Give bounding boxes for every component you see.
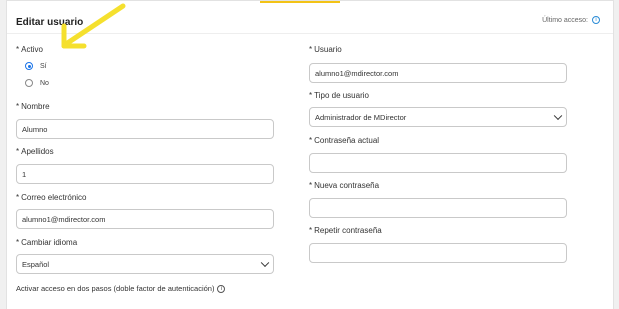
usuario-input[interactable]: alumno1@mdirector.com	[309, 63, 567, 83]
repetir-contrasena-label: * Repetir contraseña	[309, 226, 382, 235]
radio-si-label: Sí	[40, 62, 47, 70]
annotation-arrow-icon	[61, 3, 126, 49]
activo-option-si[interactable]: Sí	[25, 62, 47, 70]
tipo-usuario-value: Administrador de MDirector	[315, 112, 407, 122]
nombre-label: * Nombre	[16, 102, 50, 111]
nueva-contrasena-input[interactable]	[309, 198, 567, 218]
idioma-value: Español	[22, 259, 50, 269]
apellidos-label: * Apellidos	[16, 147, 54, 156]
apellidos-input[interactable]: 1	[16, 164, 274, 184]
radio-no[interactable]	[25, 79, 33, 87]
tipo-usuario-label: * Tipo de usuario	[309, 91, 369, 100]
usuario-label: * Usuario	[309, 45, 342, 54]
radio-si[interactable]	[25, 62, 33, 70]
activo-option-no[interactable]: No	[25, 79, 49, 87]
two-factor-row: Activar acceso en dos pasos (doble facto…	[16, 284, 226, 293]
top-accent-bar	[260, 1, 340, 3]
tipo-usuario-select[interactable]: Administrador de MDirector	[309, 107, 567, 127]
contrasena-actual-input[interactable]	[309, 153, 567, 173]
chevron-down-icon	[260, 258, 270, 268]
info-icon[interactable]: i	[217, 284, 226, 293]
chevron-down-icon	[553, 111, 563, 121]
nombre-input[interactable]: Alumno	[16, 119, 274, 139]
last-access-label: Último acceso:	[542, 16, 588, 24]
two-factor-label: Activar acceso en dos pasos (doble facto…	[16, 284, 215, 293]
idioma-label: * Cambiar idioma	[16, 238, 78, 247]
contrasena-actual-label: * Contraseña actual	[309, 136, 380, 145]
repetir-contrasena-input[interactable]	[309, 243, 567, 263]
radio-no-label: No	[40, 79, 49, 87]
idioma-select[interactable]: Español	[16, 254, 274, 274]
correo-input[interactable]: alumno1@mdirector.com	[16, 209, 274, 229]
correo-label: * Correo electrónico	[16, 193, 87, 202]
info-icon[interactable]: i	[592, 16, 600, 24]
nueva-contrasena-label: * Nueva contraseña	[309, 181, 380, 190]
last-access: Último acceso: i	[542, 16, 600, 24]
activo-label: * Activo	[16, 45, 43, 54]
